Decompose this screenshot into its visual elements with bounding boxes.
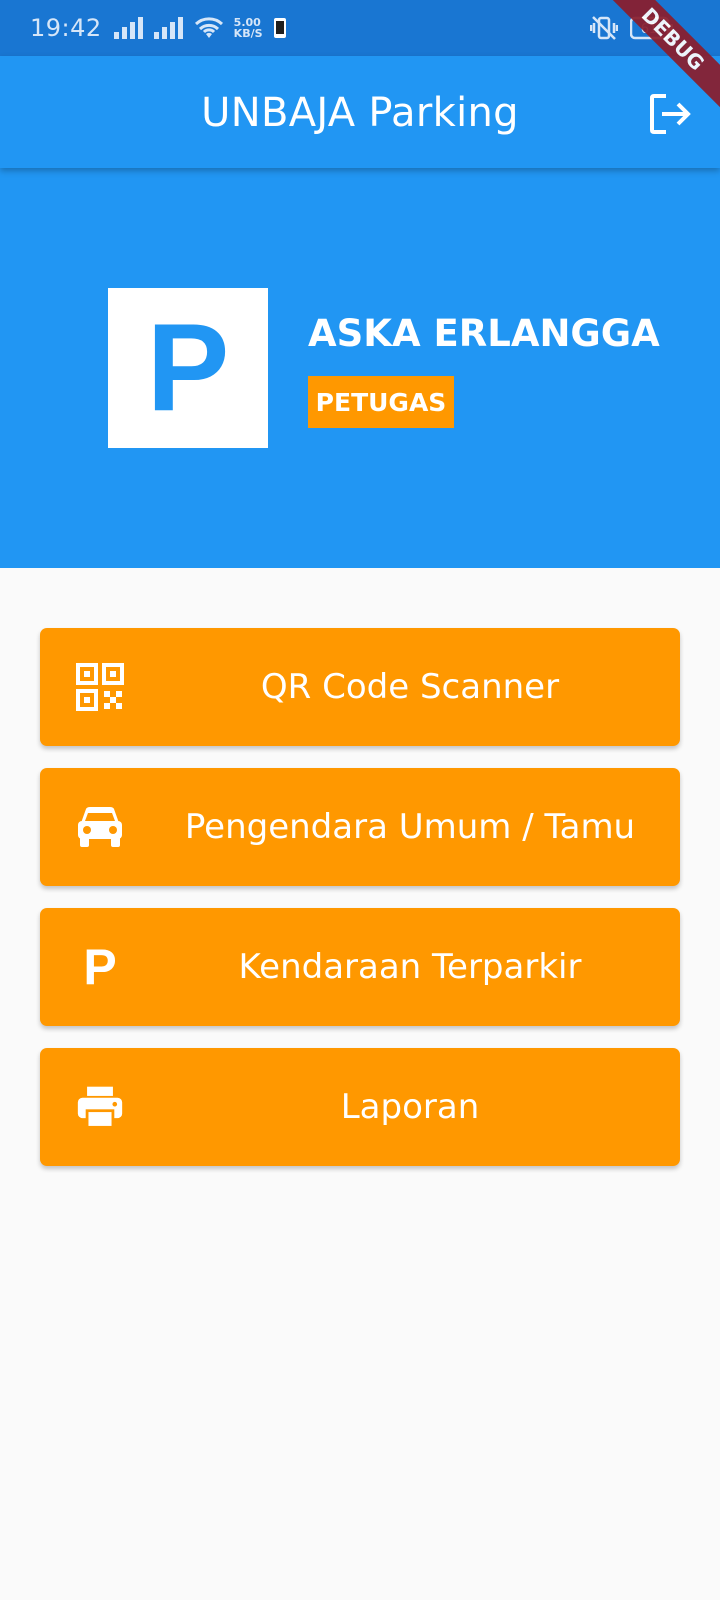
parking-logo-letter: P: [146, 299, 230, 437]
wifi-icon: [194, 17, 223, 38]
parking-glyph: P: [83, 939, 117, 995]
guest-driver-button[interactable]: Pengendara Umum / Tamu: [40, 768, 680, 886]
menu-label: Kendaraan Terparkir: [238, 947, 582, 987]
signal-icon-2: [153, 17, 183, 39]
main-menu: QR Code Scanner Pengendara Umum / Tamu P…: [40, 628, 680, 1188]
parking-logo: P: [108, 288, 268, 448]
menu-label: Pengendara Umum / Tamu: [184, 807, 636, 847]
car-icon: [76, 803, 124, 851]
qr-code-icon: [76, 663, 124, 711]
network-speed-unit: KB/S: [233, 27, 263, 40]
parking-icon: P: [76, 939, 124, 995]
status-icons-left: 5.00 KB/S: [113, 16, 287, 40]
phone-notification-icon: [273, 18, 286, 38]
app-bar: UNBAJA Parking: [0, 56, 720, 168]
logout-icon: [650, 94, 691, 134]
profile-header: P ASKA ERLANGGA PETUGAS: [0, 168, 720, 568]
logout-button[interactable]: [646, 90, 694, 138]
printer-icon: [76, 1083, 124, 1131]
vibrate-icon: [590, 16, 618, 40]
parked-vehicles-button[interactable]: P Kendaraan Terparkir: [40, 908, 680, 1026]
network-speed: 5.00 KB/S: [234, 17, 263, 39]
qr-code-scanner-button[interactable]: QR Code Scanner: [40, 628, 680, 746]
menu-label: QR Code Scanner: [260, 667, 560, 707]
report-button[interactable]: Laporan: [40, 1048, 680, 1166]
signal-icon: [113, 17, 143, 39]
menu-label: Laporan: [340, 1087, 480, 1127]
user-name: ASKA ERLANGGA: [308, 312, 660, 355]
role-badge: PETUGAS: [308, 376, 454, 428]
status-time: 19:42: [30, 14, 102, 42]
status-bar: 19:42 5.00 KB/S: [0, 0, 720, 56]
app-title: UNBAJA Parking: [201, 90, 519, 136]
